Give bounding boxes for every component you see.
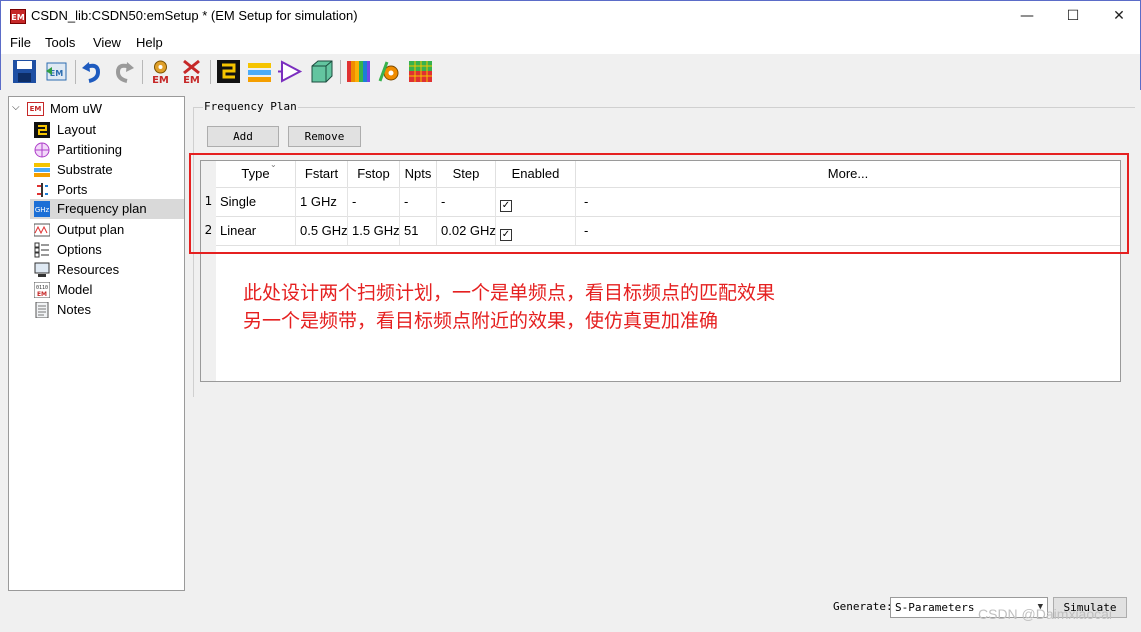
toolbar: EM EM EM	[0, 54, 1141, 90]
notes-icon	[34, 301, 50, 319]
tree-item-resources[interactable]: Resources	[30, 260, 184, 280]
minimize-button[interactable]: —	[1004, 1, 1050, 31]
tree-item-label: Model	[57, 282, 93, 297]
tree-item-notes[interactable]: Notes	[30, 300, 184, 320]
save-icon[interactable]	[12, 59, 37, 84]
options-icon	[34, 242, 50, 258]
group-title: Frequency Plan	[203, 100, 298, 113]
substrate-icon[interactable]	[247, 59, 272, 84]
tree-item-label: Notes	[57, 302, 91, 317]
window-title: CSDN_lib:CSDN50:emSetup * (EM Setup for …	[31, 8, 358, 23]
box-3d-icon[interactable]	[309, 59, 334, 84]
tree-item-label: Frequency plan	[57, 201, 147, 216]
watermark: CSDN @Daimxiaocai	[978, 606, 1113, 622]
menu-view[interactable]: View	[93, 35, 121, 50]
svg-text:EM: EM	[152, 75, 169, 84]
svg-text:EM: EM	[183, 75, 200, 84]
remove-button[interactable]: Remove	[288, 126, 361, 147]
layout-icon	[34, 122, 50, 138]
undo-icon[interactable]	[80, 59, 105, 84]
tree-item-frequency-plan[interactable]: GHz Frequency plan	[30, 199, 184, 219]
redo-icon[interactable]	[111, 59, 136, 84]
port-triangle-icon[interactable]	[278, 59, 303, 84]
tree-root-label: Mom uW	[50, 101, 102, 116]
svg-text:GHz: GHz	[35, 206, 50, 214]
tree-item-ports[interactable]: Ports	[30, 180, 184, 200]
tree-item-partitioning[interactable]: Partitioning	[30, 140, 184, 160]
menu-file[interactable]: File	[10, 35, 31, 50]
export-em-icon[interactable]: EM	[44, 59, 69, 84]
tree-item-model[interactable]: 0110 EM Model	[30, 280, 184, 300]
substrate-icon	[34, 162, 50, 178]
ports-icon	[34, 182, 50, 198]
em-disable-icon[interactable]: EM	[179, 59, 204, 86]
menu-bar: File Tools View Help	[0, 31, 1141, 54]
tree-item-label: Ports	[57, 182, 88, 197]
annotation-highlight-box	[189, 153, 1129, 254]
tune-gear-icon[interactable]	[377, 59, 402, 84]
generate-select-value: S-Parameters	[895, 601, 975, 614]
setup-tree: ⌵ EM Mom uW Layout Partitioning Substrat…	[8, 96, 185, 591]
tree-item-output-plan[interactable]: Output plan	[30, 220, 184, 240]
add-button[interactable]: Add	[207, 126, 279, 147]
layout-icon[interactable]	[216, 59, 241, 84]
spectrum-icon[interactable]	[346, 59, 371, 84]
tree-item-layout[interactable]: Layout	[30, 120, 184, 140]
tree-item-label: Partitioning	[57, 142, 123, 157]
mesh-icon[interactable]	[408, 59, 433, 84]
tree-item-label: Substrate	[57, 162, 113, 177]
em-gear-icon[interactable]: EM	[148, 59, 173, 86]
tree-item-label: Output plan	[57, 222, 125, 237]
close-button[interactable]: ✕	[1096, 1, 1141, 31]
em-icon: EM	[27, 102, 44, 116]
menu-help[interactable]: Help	[136, 35, 163, 50]
output-plan-icon	[33, 222, 51, 238]
svg-text:EM: EM	[37, 291, 47, 298]
annotation-line-2: 另一个是频带，看目标频点附近的效果，使仿真更加准确	[243, 310, 719, 332]
menu-tools[interactable]: Tools	[45, 35, 75, 50]
partitioning-icon	[34, 142, 50, 158]
tree-item-substrate[interactable]: Substrate	[30, 160, 184, 180]
resources-icon	[34, 262, 50, 278]
tree-item-label: Resources	[57, 262, 120, 277]
generate-label: Generate:	[833, 600, 893, 613]
chevron-down-icon[interactable]: ⌵	[12, 102, 20, 113]
annotation-line-1: 此处设计两个扫频计划，一个是单频点，看目标频点的匹配效果	[243, 282, 776, 304]
tree-item-label: Layout	[57, 122, 97, 137]
ghz-icon: GHz	[34, 201, 50, 217]
title-bar: EM CSDN_lib:CSDN50:emSetup * (EM Setup f…	[0, 0, 1141, 31]
tree-item-options[interactable]: Options	[30, 240, 184, 260]
app-em-icon: EM	[10, 9, 26, 24]
maximize-button[interactable]: ☐	[1050, 1, 1096, 31]
tree-item-label: Options	[57, 242, 102, 257]
model-icon: 0110 EM	[33, 281, 51, 299]
